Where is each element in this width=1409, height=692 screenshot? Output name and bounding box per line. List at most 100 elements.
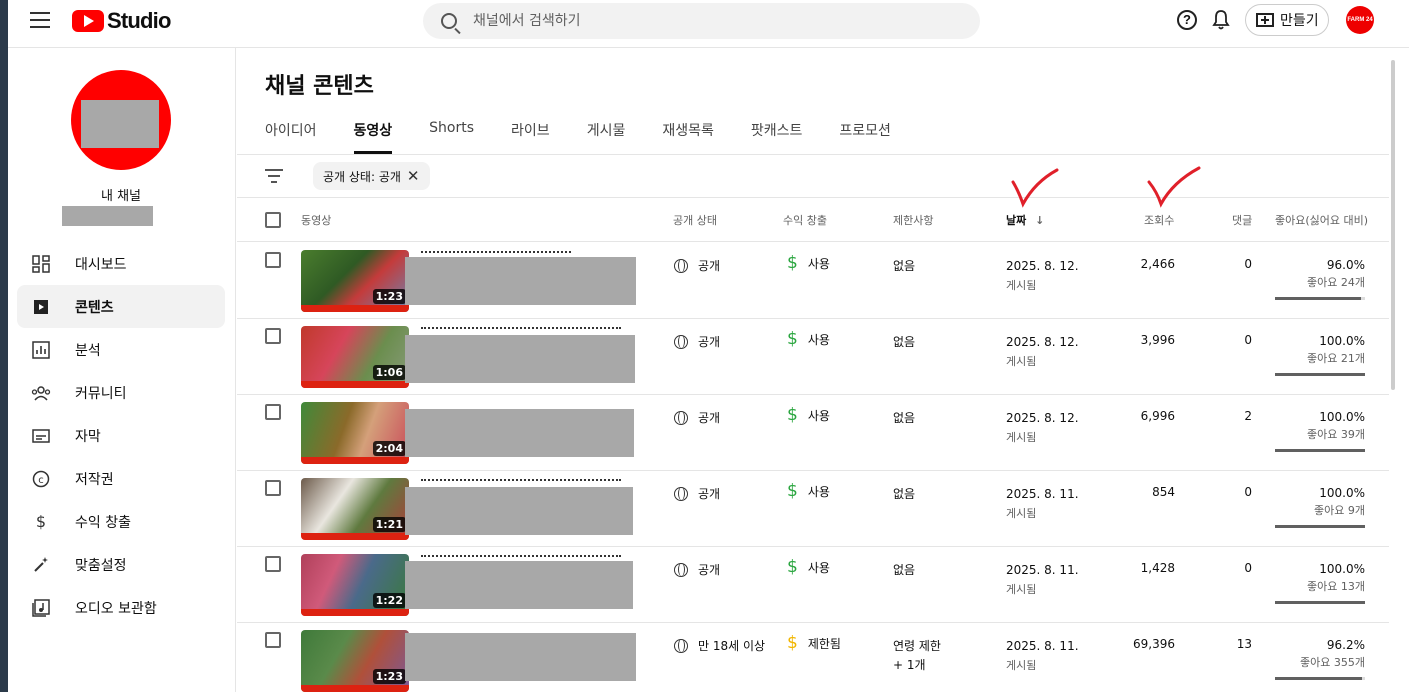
- search-input[interactable]: [473, 13, 923, 29]
- restriction-cell: 없음: [893, 561, 915, 580]
- monetization-cell[interactable]: $ 사용: [787, 557, 830, 577]
- sidebar-item-content[interactable]: 콘텐츠: [17, 285, 225, 328]
- visibility-cell[interactable]: 공개: [674, 257, 720, 274]
- sidebar-item-audio-library[interactable]: 오디오 보관함: [17, 586, 225, 629]
- column-comments[interactable]: 댓글: [1232, 212, 1252, 228]
- date-value: 2025. 8. 11.: [1006, 487, 1079, 501]
- column-monetization: 수익 창출: [783, 214, 827, 227]
- dollar-icon: $: [787, 481, 798, 501]
- search-bar[interactable]: [423, 3, 980, 39]
- channel-avatar[interactable]: [71, 70, 171, 170]
- visibility-cell[interactable]: 만 18세 이상: [674, 637, 765, 654]
- scrollbar-thumb[interactable]: [1391, 60, 1395, 390]
- tab-podcasts[interactable]: 팟캐스트: [751, 120, 803, 154]
- likes-ratio-bar: [1275, 297, 1365, 300]
- video-thumbnail[interactable]: 1:22: [301, 554, 409, 616]
- tab-posts[interactable]: 게시물: [587, 120, 626, 154]
- monetization-label: 사용: [807, 408, 830, 423]
- sidebar-item-label: 수익 창출: [75, 514, 131, 531]
- restriction-label: 없음: [893, 487, 916, 501]
- comments-cell: 0: [1244, 561, 1252, 575]
- help-icon[interactable]: ?: [1177, 10, 1197, 30]
- date-cell: 2025. 8. 12. 게시됨: [1006, 257, 1079, 295]
- column-views[interactable]: 조회수: [1144, 212, 1174, 228]
- magic-wand-icon: [30, 554, 52, 576]
- monetization-cell[interactable]: $ 사용: [787, 329, 830, 349]
- close-icon[interactable]: ✕: [407, 167, 420, 185]
- notifications-bell-icon[interactable]: [1212, 9, 1230, 31]
- scrollbar[interactable]: [1389, 48, 1409, 692]
- tab-promotions[interactable]: 프로모션: [839, 120, 891, 154]
- likes-percent: 100.0%: [1319, 410, 1365, 424]
- monetization-cell[interactable]: $ 사용: [787, 253, 830, 273]
- sidebar-item-dashboard[interactable]: 대시보드: [17, 242, 225, 285]
- table-row[interactable]: 1:22 공개 $ 사용 없음 2025. 8. 11. 게시됨 1,428 0 1…: [237, 547, 1389, 623]
- select-all-checkbox[interactable]: [265, 212, 281, 228]
- views-cell: 854: [1152, 485, 1175, 499]
- row-checkbox[interactable]: [265, 252, 281, 268]
- restriction-cell[interactable]: 연령 제한 + 1개: [893, 637, 941, 675]
- column-date[interactable]: 날짜 ↓: [1006, 212, 1044, 228]
- video-thumbnail[interactable]: 1:23: [301, 630, 409, 692]
- tab-playlists[interactable]: 재생목록: [662, 120, 714, 154]
- sidebar-item-copyright[interactable]: c 저작권: [17, 457, 225, 500]
- annotation-checkmark-views: [1147, 166, 1201, 208]
- monetization-cell[interactable]: $ 사용: [787, 405, 830, 425]
- comments-cell: 0: [1244, 333, 1252, 347]
- table-row[interactable]: 2:04 공개 $ 사용 없음 2025. 8. 12. 게시됨 6,996 2 1…: [237, 395, 1389, 471]
- tab-videos[interactable]: 동영상: [353, 120, 392, 154]
- sidebar-nav: 대시보드 콘텐츠 분석 커뮤니티 자막 c 저작권 $ 수익 창출 맞춤설정 오…: [17, 242, 225, 629]
- sidebar-item-subtitles[interactable]: 자막: [17, 414, 225, 457]
- visibility-cell[interactable]: 공개: [674, 561, 720, 578]
- create-video-icon: [1256, 13, 1274, 27]
- tab-ideas[interactable]: 아이디어: [265, 120, 317, 154]
- row-checkbox[interactable]: [265, 632, 281, 648]
- tab-shorts[interactable]: Shorts: [429, 120, 474, 154]
- filter-icon[interactable]: [265, 169, 283, 183]
- restriction-label: 연령 제한: [893, 639, 941, 653]
- monetization-cell[interactable]: $ 제한됨: [787, 633, 841, 653]
- filter-chip[interactable]: 공개 상태: 공개 ✕: [313, 162, 430, 190]
- row-checkbox[interactable]: [265, 328, 281, 344]
- row-checkbox[interactable]: [265, 404, 281, 420]
- visibility-cell[interactable]: 공개: [674, 333, 720, 350]
- restriction-label: 없음: [893, 563, 916, 577]
- restriction-label: 없음: [893, 411, 916, 425]
- column-likes[interactable]: 좋아요(싫어요 대비): [1275, 212, 1368, 228]
- sidebar-item-analytics[interactable]: 분석: [17, 328, 225, 371]
- redacted-video-title: [405, 633, 636, 681]
- sidebar-item-customization[interactable]: 맞춤설정: [17, 543, 225, 586]
- date-value: 2025. 8. 11.: [1006, 563, 1079, 577]
- video-thumbnail[interactable]: 1:21: [301, 478, 409, 540]
- create-button[interactable]: 만들기: [1245, 4, 1329, 36]
- likes-count: 좋아요 9개: [1314, 504, 1365, 517]
- video-duration: 2:04: [372, 441, 406, 456]
- table-row[interactable]: 1:23 공개 $ 사용 없음 2025. 8. 12. 게시됨 2,466 0 9…: [237, 243, 1389, 319]
- tab-live[interactable]: 라이브: [511, 120, 550, 154]
- sidebar-item-community[interactable]: 커뮤니티: [17, 371, 225, 414]
- account-avatar[interactable]: FARM 24: [1346, 6, 1374, 34]
- sidebar-item-monetization[interactable]: $ 수익 창출: [17, 500, 225, 543]
- row-checkbox[interactable]: [265, 480, 281, 496]
- likes-cell: 100.0% 좋아요 13개: [1267, 561, 1365, 595]
- monetization-cell[interactable]: $ 사용: [787, 481, 830, 501]
- menu-icon[interactable]: [30, 12, 50, 28]
- video-thumbnail[interactable]: 1:06: [301, 326, 409, 388]
- table-row[interactable]: 1:23 만 18세 이상 $ 제한됨 연령 제한 + 1개 2025. 8. 11…: [237, 623, 1389, 692]
- video-thumbnail[interactable]: 1:23: [301, 250, 409, 312]
- video-thumbnail[interactable]: 2:04: [301, 402, 409, 464]
- studio-logo[interactable]: Studio: [72, 8, 171, 34]
- comments-cell: 2: [1244, 409, 1252, 423]
- row-checkbox[interactable]: [265, 556, 281, 572]
- date-status: 게시됨: [1006, 279, 1037, 292]
- views-cell: 6,996: [1140, 409, 1175, 423]
- globe-icon: [674, 486, 688, 501]
- visibility-label: 만 18세 이상: [698, 639, 766, 653]
- date-value: 2025. 8. 12.: [1006, 411, 1079, 425]
- table-row[interactable]: 1:21 공개 $ 사용 없음 2025. 8. 11. 게시됨 854 0 100…: [237, 471, 1389, 547]
- table-row[interactable]: 1:06 공개 $ 사용 없음 2025. 8. 12. 게시됨 3,996 0 1…: [237, 319, 1389, 395]
- restriction-cell: 없음: [893, 485, 915, 504]
- date-cell: 2025. 8. 11. 게시됨: [1006, 637, 1079, 675]
- visibility-cell[interactable]: 공개: [674, 409, 720, 426]
- visibility-cell[interactable]: 공개: [674, 485, 720, 502]
